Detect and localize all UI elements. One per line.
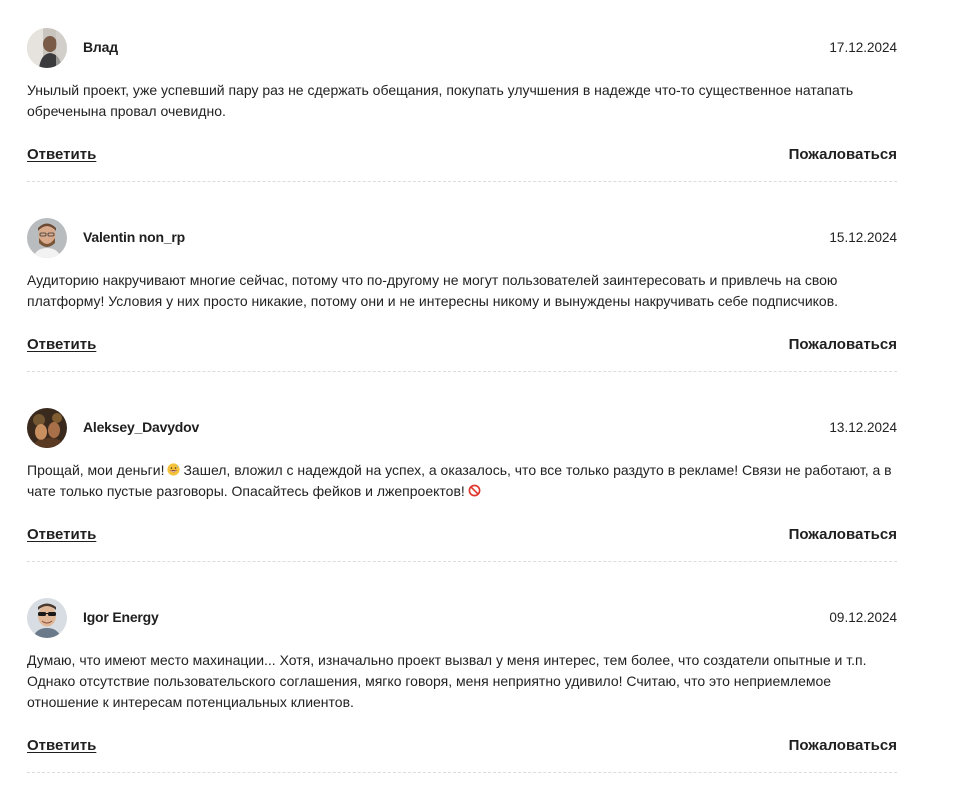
report-link[interactable]: Пожаловаться bbox=[789, 146, 897, 163]
reply-link[interactable]: Ответить bbox=[27, 336, 96, 353]
comments-list: Влад 17.12.2024 Унылый проект, уже успев… bbox=[27, 0, 897, 809]
comment-text: Унылый проект, уже успевший пару раз не … bbox=[27, 82, 854, 119]
comment-date: 15.12.2024 bbox=[829, 230, 897, 245]
comment-item: Valentin non_rp 15.12.2024 Аудиторию нак… bbox=[27, 218, 897, 408]
report-link[interactable]: Пожаловаться bbox=[789, 336, 897, 353]
divider bbox=[27, 772, 897, 773]
author-name: Valentin non_rp bbox=[83, 229, 186, 245]
avatar-photo-icon bbox=[27, 408, 67, 448]
divider bbox=[27, 561, 897, 562]
comment-text: Прощай, мои деньги! Зашел, вложил с надеж… bbox=[27, 460, 897, 502]
comment-item: Igor Energy 09.12.2024 Думаю, что имеют … bbox=[27, 598, 897, 809]
comment-date: 13.12.2024 bbox=[829, 420, 897, 435]
avatar bbox=[27, 598, 67, 638]
avatar bbox=[27, 408, 67, 448]
comment-actions: Ответить Пожаловаться bbox=[27, 526, 897, 546]
author-name: Aleksey_Davydov bbox=[83, 419, 200, 435]
divider bbox=[27, 181, 897, 182]
avatar-photo-icon bbox=[27, 218, 67, 258]
comment-actions: Ответить Пожаловаться bbox=[27, 146, 897, 166]
reply-link[interactable]: Ответить bbox=[27, 146, 96, 163]
comment-header: Aleksey_Davydov 13.12.2024 bbox=[27, 408, 897, 448]
avatar-photo-icon bbox=[27, 28, 67, 68]
comment-item: Aleksey_Davydov 13.12.2024 Прощай, мои д… bbox=[27, 408, 897, 598]
avatar-photo-icon bbox=[27, 598, 67, 638]
comment-header: Valentin non_rp 15.12.2024 bbox=[27, 218, 897, 258]
author-name: Igor Energy bbox=[83, 609, 159, 625]
comment-date: 09.12.2024 bbox=[829, 610, 897, 625]
comment-text: Аудиторию накручивают многие сейчас, пот… bbox=[27, 272, 839, 309]
avatar bbox=[27, 28, 67, 68]
comment-text: Думаю, что имеют место махинации... Хотя… bbox=[27, 652, 867, 710]
comment-item: Влад 17.12.2024 Унылый проект, уже успев… bbox=[27, 28, 897, 218]
avatar bbox=[27, 218, 67, 258]
comment-header: Igor Energy 09.12.2024 bbox=[27, 598, 897, 638]
reply-link[interactable]: Ответить bbox=[27, 526, 96, 543]
report-link[interactable]: Пожаловаться bbox=[789, 526, 897, 543]
comment-header: Влад 17.12.2024 bbox=[27, 28, 897, 68]
comment-actions: Ответить Пожаловаться bbox=[27, 336, 897, 356]
grinning-sweat-emoji-icon bbox=[167, 463, 181, 476]
comment-actions: Ответить Пожаловаться bbox=[27, 737, 897, 757]
prohibited-emoji-icon bbox=[468, 484, 481, 497]
comment-date: 17.12.2024 bbox=[829, 40, 897, 55]
comment-text-part: Прощай, мои деньги! bbox=[27, 462, 165, 478]
report-link[interactable]: Пожаловаться bbox=[789, 737, 897, 754]
reply-link[interactable]: Ответить bbox=[27, 737, 96, 754]
divider bbox=[27, 371, 897, 372]
author-name: Влад bbox=[83, 39, 118, 55]
